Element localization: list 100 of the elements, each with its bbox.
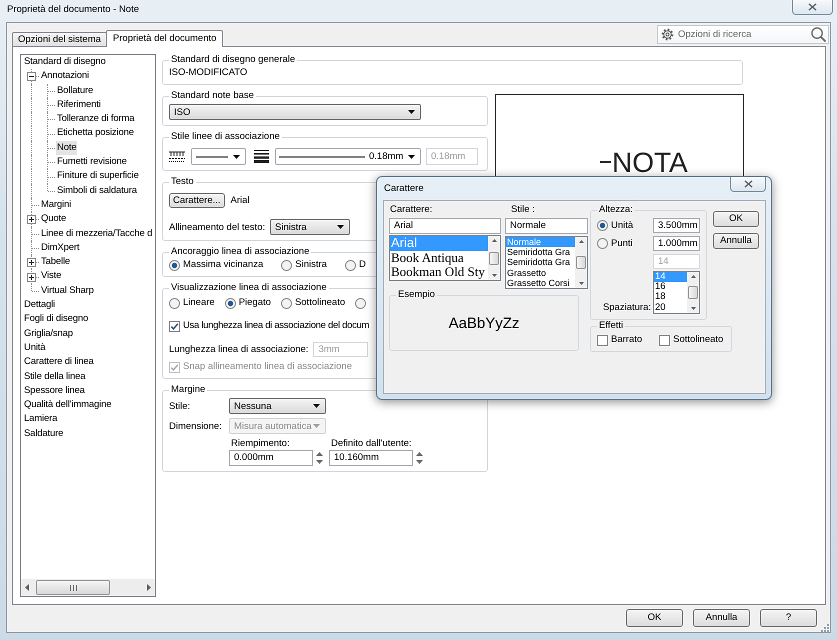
radio-icon[interactable] bbox=[280, 298, 292, 308]
line-style-dropdown[interactable] bbox=[191, 148, 246, 165]
tree-item[interactable]: Riferimenti bbox=[56, 98, 102, 112]
font-field[interactable]: Arial bbox=[389, 218, 501, 234]
radio-option[interactable]: Unità bbox=[597, 220, 634, 232]
radio-option[interactable]: D bbox=[344, 259, 366, 271]
radio-option[interactable]: Punti bbox=[597, 238, 633, 250]
checkbox-icon[interactable] bbox=[169, 320, 180, 332]
list-item[interactable]: Semiridotta Gra bbox=[506, 257, 575, 268]
list-item[interactable]: 20 bbox=[654, 302, 687, 313]
radio-icon[interactable] bbox=[169, 298, 180, 308]
radio-option[interactable]: Massima vicinanza bbox=[169, 259, 264, 271]
tab[interactable]: Proprietà del documento bbox=[106, 30, 224, 47]
vertical-scrollbar[interactable] bbox=[488, 236, 500, 280]
tree-item[interactable]: Linee di mezzeria/Tacche d bbox=[40, 226, 154, 241]
tree-item[interactable]: Stile della linea bbox=[23, 370, 86, 384]
line-weight-dropdown[interactable]: 0.18mm bbox=[275, 148, 421, 165]
checkbox-option[interactable]: Barrato bbox=[597, 334, 642, 346]
expand-icon[interactable] bbox=[27, 258, 36, 268]
tree-item[interactable]: Quote bbox=[40, 212, 68, 227]
list-item[interactable]: Semiridotta Gra bbox=[506, 247, 575, 258]
tree-item[interactable]: Viste bbox=[40, 269, 62, 284]
tree-item[interactable]: Note bbox=[56, 140, 78, 156]
down-arrow-icon[interactable] bbox=[690, 307, 696, 310]
spinner-icon[interactable] bbox=[316, 451, 323, 465]
tree-item[interactable]: Finiture di superficie bbox=[56, 169, 140, 184]
radio-option[interactable]: Sinistra bbox=[281, 259, 327, 271]
tree-item[interactable]: Simboli di saldatura bbox=[56, 184, 138, 198]
tree-item[interactable]: Etichetta posizione bbox=[56, 126, 135, 141]
standard-dropdown[interactable]: ISO bbox=[169, 104, 421, 120]
right-arrow-icon[interactable] bbox=[147, 584, 151, 591]
spinner-icon[interactable] bbox=[416, 451, 423, 465]
radio-option[interactable]: Sottolineato bbox=[280, 297, 346, 309]
tree-item[interactable]: Standard di disegno bbox=[23, 55, 107, 70]
tree-item[interactable]: Qualità dell'immagine bbox=[23, 398, 112, 412]
tree-item[interactable]: Fumetti revisione bbox=[56, 155, 128, 170]
list-item[interactable]: Grassetto bbox=[506, 268, 575, 278]
radio-icon[interactable] bbox=[355, 298, 366, 308]
tree-item[interactable]: Bollature bbox=[56, 84, 94, 98]
dialog-button[interactable]: Annulla bbox=[713, 233, 759, 249]
dialog-button[interactable]: Annulla bbox=[693, 609, 750, 627]
user-value-field[interactable]: 10.160mm bbox=[329, 450, 413, 466]
alignment-dropdown[interactable]: Sinistra bbox=[270, 219, 350, 235]
tree-item[interactable]: Spessore linea bbox=[23, 384, 86, 398]
dialog-button[interactable]: OK bbox=[713, 211, 759, 227]
tree-item[interactable]: Carattere di linea bbox=[23, 355, 95, 370]
scrollbar-thumb[interactable] bbox=[688, 286, 698, 299]
tree-item[interactable]: Unità bbox=[23, 340, 46, 356]
vertical-scrollbar[interactable] bbox=[575, 237, 587, 288]
radio-icon[interactable] bbox=[224, 298, 236, 308]
checkbox-option[interactable]: Usa lunghezza linea di associazione del docum bbox=[169, 320, 370, 332]
down-arrow-icon[interactable] bbox=[578, 282, 584, 285]
down-arrow-icon[interactable] bbox=[492, 274, 496, 277]
vertical-scrollbar[interactable] bbox=[687, 272, 699, 313]
radio-option[interactable]: Lineare bbox=[169, 297, 215, 309]
gear-icon[interactable] bbox=[661, 28, 674, 41]
radio-icon[interactable] bbox=[597, 220, 608, 231]
expand-icon[interactable] bbox=[27, 272, 36, 282]
scrollbar-thumb[interactable] bbox=[36, 580, 110, 595]
tree-item[interactable]: Tolleranze di forma bbox=[56, 112, 136, 126]
tree-item[interactable]: Griglia/snap bbox=[23, 326, 74, 341]
collapse-icon[interactable] bbox=[27, 72, 36, 82]
font-button[interactable]: Carattere... bbox=[169, 193, 225, 208]
padding-field[interactable]: 0.000mm bbox=[229, 450, 313, 466]
tree-item[interactable]: Annotazioni bbox=[40, 69, 90, 84]
close-button[interactable] bbox=[792, 0, 833, 15]
horizontal-scrollbar[interactable] bbox=[21, 579, 155, 596]
close-button[interactable] bbox=[730, 177, 766, 192]
checkbox-icon[interactable] bbox=[597, 334, 608, 346]
style-dropdown[interactable]: Nessuna bbox=[229, 398, 326, 414]
height-field[interactable]: 1.000mm bbox=[653, 236, 700, 251]
list-item[interactable]: Book Antiqua bbox=[390, 250, 488, 266]
radio-icon[interactable] bbox=[597, 238, 608, 249]
expand-icon[interactable] bbox=[27, 215, 36, 224]
radio-option[interactable]: Piegato bbox=[224, 297, 271, 309]
height-field[interactable]: 3.500mm bbox=[653, 218, 700, 233]
tree-item[interactable]: DimXpert bbox=[40, 240, 80, 256]
tree-item[interactable]: Tabelle bbox=[40, 255, 72, 270]
radio-icon[interactable] bbox=[344, 260, 356, 270]
resize-grip-icon[interactable] bbox=[821, 624, 829, 632]
search-field[interactable]: Opzioni di ricerca bbox=[657, 25, 829, 44]
list-item[interactable]: Grassetto Corsi bbox=[506, 278, 575, 288]
checkbox-option[interactable]: Sottolineato bbox=[659, 334, 724, 346]
list-item[interactable]: Bookman Old Sty bbox=[390, 265, 488, 280]
up-arrow-icon[interactable] bbox=[578, 240, 584, 243]
dialog-button[interactable]: ? bbox=[760, 609, 817, 627]
list-item[interactable]: 16 bbox=[654, 282, 687, 292]
tree-item[interactable]: Dettagli bbox=[23, 298, 56, 312]
tree-item[interactable]: Saldature bbox=[23, 426, 64, 442]
scrollbar-thumb[interactable] bbox=[489, 252, 499, 264]
left-arrow-icon[interactable] bbox=[25, 584, 29, 591]
tree-item[interactable]: Fogli di disegno bbox=[23, 312, 90, 327]
up-arrow-icon[interactable] bbox=[492, 239, 496, 242]
tree-item[interactable]: Virtual Sharp bbox=[40, 284, 95, 298]
up-arrow-icon[interactable] bbox=[690, 275, 696, 278]
search-icon[interactable] bbox=[811, 27, 826, 42]
style-field[interactable]: Normale bbox=[505, 218, 588, 234]
list-item[interactable]: 18 bbox=[654, 292, 687, 303]
dialog-button[interactable]: OK bbox=[626, 609, 683, 627]
tree-item[interactable]: Margini bbox=[40, 198, 72, 212]
